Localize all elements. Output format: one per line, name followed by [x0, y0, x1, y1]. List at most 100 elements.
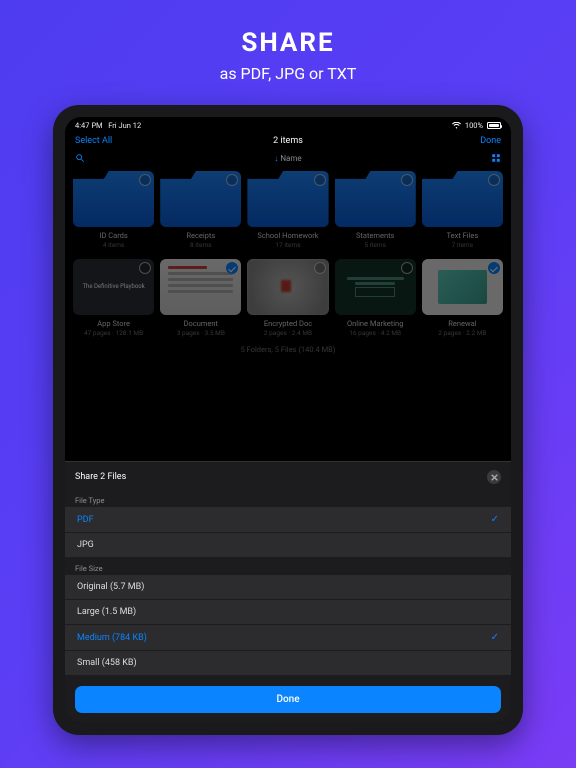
file-tile[interactable]: Renewal2 pages · 2.2 MB — [422, 259, 503, 337]
file-thumb — [422, 259, 503, 315]
option-row[interactable]: Large (1.5 MB) — [65, 600, 511, 625]
wifi-icon — [452, 122, 461, 129]
close-icon — [491, 474, 498, 481]
nav-title: 2 items — [273, 136, 303, 146]
select-ring[interactable] — [401, 174, 413, 186]
file-type-list: PDF ✓ JPG — [65, 507, 511, 558]
file-size-label: File Size — [65, 558, 511, 575]
search-icon[interactable] — [75, 153, 85, 163]
file-type-label: File Type — [65, 490, 511, 507]
folder-tile[interactable]: ID Cards4 items — [73, 171, 154, 249]
status-date: Fri Jun 12 — [108, 121, 141, 130]
status-left: 4:47 PM Fri Jun 12 — [75, 121, 141, 130]
file-thumb — [335, 259, 416, 315]
folder-icon — [247, 171, 328, 227]
option-label: Medium (784 KB) — [77, 633, 147, 643]
option-label: PDF — [77, 515, 94, 525]
folder-icon — [160, 171, 241, 227]
file-thumb — [247, 259, 328, 315]
sort-arrow-icon: ↓ — [274, 154, 278, 163]
folder-sub: 8 items — [190, 241, 211, 249]
sort-label: Name — [280, 154, 301, 163]
promo-title: SHARE — [241, 28, 334, 58]
select-ring[interactable] — [139, 174, 151, 186]
file-size-list: Original (5.7 MB) Large (1.5 MB) Medium (7… — [65, 575, 511, 676]
folder-name: School Homework — [257, 231, 318, 240]
battery-icon — [487, 122, 501, 129]
file-tile[interactable]: The Definitive Playbook App Store47 pages… — [73, 259, 154, 337]
toolbar-row: ↓ Name — [65, 150, 511, 167]
folder-name: Receipts — [186, 231, 215, 240]
select-ring[interactable] — [314, 262, 326, 274]
promo-subtitle: as PDF, JPG or TXT — [220, 64, 357, 83]
option-label: Original (5.7 MB) — [77, 582, 144, 592]
select-ring[interactable] — [226, 262, 238, 274]
screen: 4:47 PM Fri Jun 12 100% Select All 2 ite… — [65, 117, 511, 723]
file-sub: 3 pages · 3.5 MB — [177, 329, 225, 337]
check-icon: ✓ — [491, 514, 499, 525]
folder-icon — [422, 171, 503, 227]
option-row[interactable]: Original (5.7 MB) — [65, 575, 511, 600]
folder-name: ID Cards — [99, 231, 127, 240]
share-sheet: Share 2 Files File Type PDF ✓ JPG File Siz… — [65, 461, 511, 723]
option-row[interactable]: PDF ✓ — [65, 507, 511, 533]
file-tile[interactable]: Document3 pages · 3.5 MB — [160, 259, 241, 337]
select-ring[interactable] — [226, 174, 238, 186]
status-time: 4:47 PM — [75, 121, 103, 130]
folder-tile[interactable]: Receipts8 items — [160, 171, 241, 249]
summary-text: 5 Folders, 5 Files (140.4 MB) — [65, 345, 511, 354]
thumb-text: The Definitive Playbook — [79, 284, 147, 291]
select-all-button[interactable]: Select All — [75, 136, 135, 146]
folder-name: Statements — [356, 231, 394, 240]
file-name: Online Marketing — [347, 319, 403, 328]
sheet-header: Share 2 Files — [65, 462, 511, 490]
select-ring[interactable] — [139, 262, 151, 274]
file-name: Encrypted Doc — [264, 319, 312, 328]
file-grid: The Definitive Playbook App Store47 pages… — [65, 255, 511, 337]
folder-sub: 4 items — [103, 241, 124, 249]
file-sub: 16 pages · 4.2 MB — [349, 329, 401, 337]
select-ring[interactable] — [488, 174, 500, 186]
folder-sub: 5 items — [364, 241, 385, 249]
folder-grid: ID Cards4 itemsReceipts8 itemsSchool Hom… — [65, 167, 511, 249]
select-ring[interactable] — [401, 262, 413, 274]
option-row[interactable]: Medium (784 KB) ✓ — [65, 625, 511, 651]
folder-tile[interactable]: Statements5 items — [335, 171, 416, 249]
file-tile[interactable]: Online Marketing16 pages · 4.2 MB — [335, 259, 416, 337]
nav-done-button[interactable]: Done — [441, 136, 501, 146]
option-label: Small (458 KB) — [77, 658, 137, 668]
file-tile[interactable]: Encrypted Doc2 pages · 2.4 MB — [247, 259, 328, 337]
file-name: App Store — [97, 319, 130, 328]
battery-percent: 100% — [465, 121, 483, 130]
option-row[interactable]: JPG — [65, 533, 511, 558]
option-label: JPG — [77, 540, 94, 550]
select-ring[interactable] — [488, 262, 500, 274]
file-name: Renewal — [448, 319, 476, 328]
file-name: Document — [184, 319, 218, 328]
folder-sub: 7 items — [452, 241, 473, 249]
option-label: Large (1.5 MB) — [77, 607, 136, 617]
option-row[interactable]: Small (458 KB) — [65, 651, 511, 676]
close-button[interactable] — [487, 470, 501, 484]
status-right: 100% — [452, 121, 501, 130]
content-area: ID Cards4 itemsReceipts8 itemsSchool Hom… — [65, 167, 511, 461]
file-sub: 2 pages · 2.2 MB — [438, 329, 486, 337]
folder-name: Text Files — [447, 231, 479, 240]
folder-icon — [335, 171, 416, 227]
select-ring[interactable] — [314, 174, 326, 186]
file-thumb — [160, 259, 241, 315]
folder-tile[interactable]: Text Files7 items — [422, 171, 503, 249]
folder-sub: 17 items — [275, 241, 300, 249]
sort-control[interactable]: ↓ Name — [91, 154, 485, 163]
file-sub: 2 pages · 2.4 MB — [264, 329, 312, 337]
folder-tile[interactable]: School Homework17 items — [247, 171, 328, 249]
file-thumb: The Definitive Playbook — [73, 259, 154, 315]
file-sub: 47 pages · 128.1 MB — [84, 329, 143, 337]
tablet-frame: 4:47 PM Fri Jun 12 100% Select All 2 ite… — [53, 105, 523, 735]
sheet-title: Share 2 Files — [75, 472, 126, 482]
layout-toggle-icon[interactable] — [491, 153, 501, 163]
check-icon: ✓ — [491, 632, 499, 643]
nav-bar: Select All 2 items Done — [65, 132, 511, 150]
folder-icon — [73, 171, 154, 227]
done-button[interactable]: Done — [75, 686, 501, 713]
